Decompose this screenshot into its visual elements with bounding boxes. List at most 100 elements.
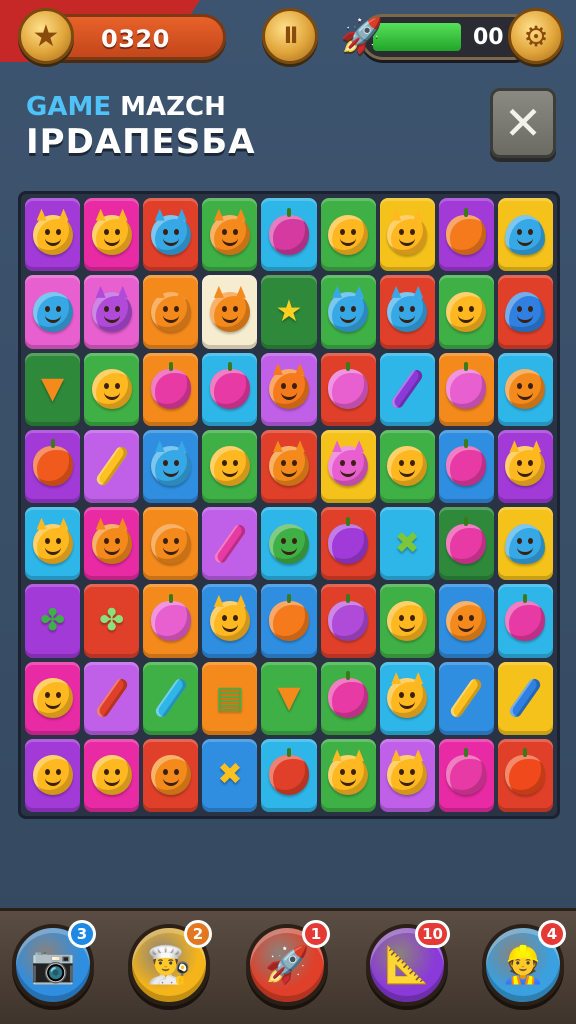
- fruit-candy: [446, 439, 487, 487]
- board-tile[interactable]: [320, 429, 376, 503]
- board-tile[interactable]: [25, 661, 81, 735]
- board-tile[interactable]: [261, 738, 317, 812]
- board-tile[interactable]: [379, 738, 435, 812]
- close-button[interactable]: ✕: [490, 88, 556, 158]
- board-tile[interactable]: [438, 661, 494, 735]
- board-tile[interactable]: [438, 198, 494, 272]
- board-tile[interactable]: [25, 507, 81, 581]
- board-tile[interactable]: [143, 738, 199, 812]
- board-tile[interactable]: [25, 429, 81, 503]
- board-tile[interactable]: [202, 198, 258, 272]
- chef-booster[interactable]: 👨‍🍳 2: [128, 920, 212, 1006]
- board-tile[interactable]: [438, 738, 494, 812]
- board-tile[interactable]: ✖: [379, 507, 435, 581]
- board-tile[interactable]: [379, 429, 435, 503]
- hammer-booster[interactable]: 📐 10: [366, 920, 450, 1006]
- board-tile[interactable]: [320, 507, 376, 581]
- board-tile[interactable]: [320, 275, 376, 349]
- fruit-candy: [328, 362, 369, 410]
- board-tile[interactable]: [497, 275, 553, 349]
- board-tile[interactable]: [261, 507, 317, 581]
- face-candy: [387, 285, 428, 332]
- board-tile[interactable]: [497, 429, 553, 503]
- board-tile[interactable]: [379, 661, 435, 735]
- board-tile[interactable]: [202, 507, 258, 581]
- board-tile[interactable]: [497, 738, 553, 812]
- board-tile[interactable]: [84, 738, 140, 812]
- board-tile[interactable]: [143, 352, 199, 426]
- face-candy: [32, 678, 73, 719]
- board-tile[interactable]: [143, 584, 199, 658]
- board-tile[interactable]: [261, 584, 317, 658]
- camera-booster[interactable]: 📷 3: [12, 920, 96, 1006]
- board-tile[interactable]: [84, 275, 140, 349]
- board-tile[interactable]: [497, 661, 553, 735]
- board-tile[interactable]: [202, 352, 258, 426]
- face-candy: [505, 369, 546, 410]
- builder-booster[interactable]: 👷 4: [482, 920, 566, 1006]
- board-tile[interactable]: [25, 275, 81, 349]
- board-tile[interactable]: [438, 429, 494, 503]
- pause-button[interactable]: II: [262, 8, 318, 64]
- board-tile[interactable]: [497, 584, 553, 658]
- board-tile[interactable]: [379, 584, 435, 658]
- board-tile[interactable]: [379, 275, 435, 349]
- settings-button[interactable]: ⚙: [508, 8, 564, 64]
- board-tile[interactable]: ✖: [202, 738, 258, 812]
- board-tile[interactable]: [84, 198, 140, 272]
- board-tile[interactable]: [497, 352, 553, 426]
- smile: [103, 238, 120, 246]
- fruit-candy: [328, 671, 369, 719]
- face-candy: [150, 285, 191, 332]
- ear: [354, 440, 365, 453]
- ear: [58, 517, 69, 530]
- board-tile[interactable]: ★: [261, 275, 317, 349]
- board-tile[interactable]: [261, 198, 317, 272]
- board-tile[interactable]: [438, 352, 494, 426]
- board-tile[interactable]: ▤: [202, 661, 258, 735]
- board-tile[interactable]: [379, 352, 435, 426]
- board-tile[interactable]: [84, 352, 140, 426]
- board-tile[interactable]: [438, 275, 494, 349]
- smile: [44, 238, 61, 246]
- board-tile[interactable]: ✤: [25, 584, 81, 658]
- face-candy: [446, 600, 487, 641]
- board-tile[interactable]: [143, 507, 199, 581]
- smile: [517, 392, 534, 401]
- smile: [162, 469, 179, 478]
- fruit-candy: [32, 439, 73, 487]
- board-tile[interactable]: [25, 198, 81, 272]
- board-tile[interactable]: [320, 738, 376, 812]
- stem: [346, 671, 351, 681]
- ear: [332, 285, 343, 298]
- board-tile[interactable]: [438, 584, 494, 658]
- board-tile[interactable]: [25, 738, 81, 812]
- board-tile[interactable]: ▼: [261, 661, 317, 735]
- board-tile[interactable]: [143, 429, 199, 503]
- board-tile[interactable]: [497, 198, 553, 272]
- board-tile[interactable]: [320, 352, 376, 426]
- board-tile[interactable]: [320, 584, 376, 658]
- rocket-booster-icon: 🚀: [264, 945, 310, 986]
- board-tile[interactable]: [261, 429, 317, 503]
- board-tile[interactable]: [261, 352, 317, 426]
- board-tile[interactable]: [320, 198, 376, 272]
- board-tile[interactable]: ▼: [25, 352, 81, 426]
- board-tile[interactable]: [320, 661, 376, 735]
- board-tile[interactable]: [143, 198, 199, 272]
- board-tile[interactable]: ✤: [84, 584, 140, 658]
- board-tile[interactable]: [497, 507, 553, 581]
- board-tile[interactable]: [202, 429, 258, 503]
- board-tile[interactable]: [84, 661, 140, 735]
- board-tile[interactable]: [438, 507, 494, 581]
- board-tile[interactable]: [379, 198, 435, 272]
- board-tile[interactable]: [143, 275, 199, 349]
- rocket-booster[interactable]: 🚀 1: [246, 920, 330, 1006]
- board-tile[interactable]: [84, 507, 140, 581]
- board-tile[interactable]: [202, 275, 258, 349]
- board-tile[interactable]: [202, 584, 258, 658]
- game-title-word1: GAME: [26, 92, 112, 122]
- board-tile[interactable]: [143, 661, 199, 735]
- ear: [58, 208, 69, 221]
- board-tile[interactable]: [84, 429, 140, 503]
